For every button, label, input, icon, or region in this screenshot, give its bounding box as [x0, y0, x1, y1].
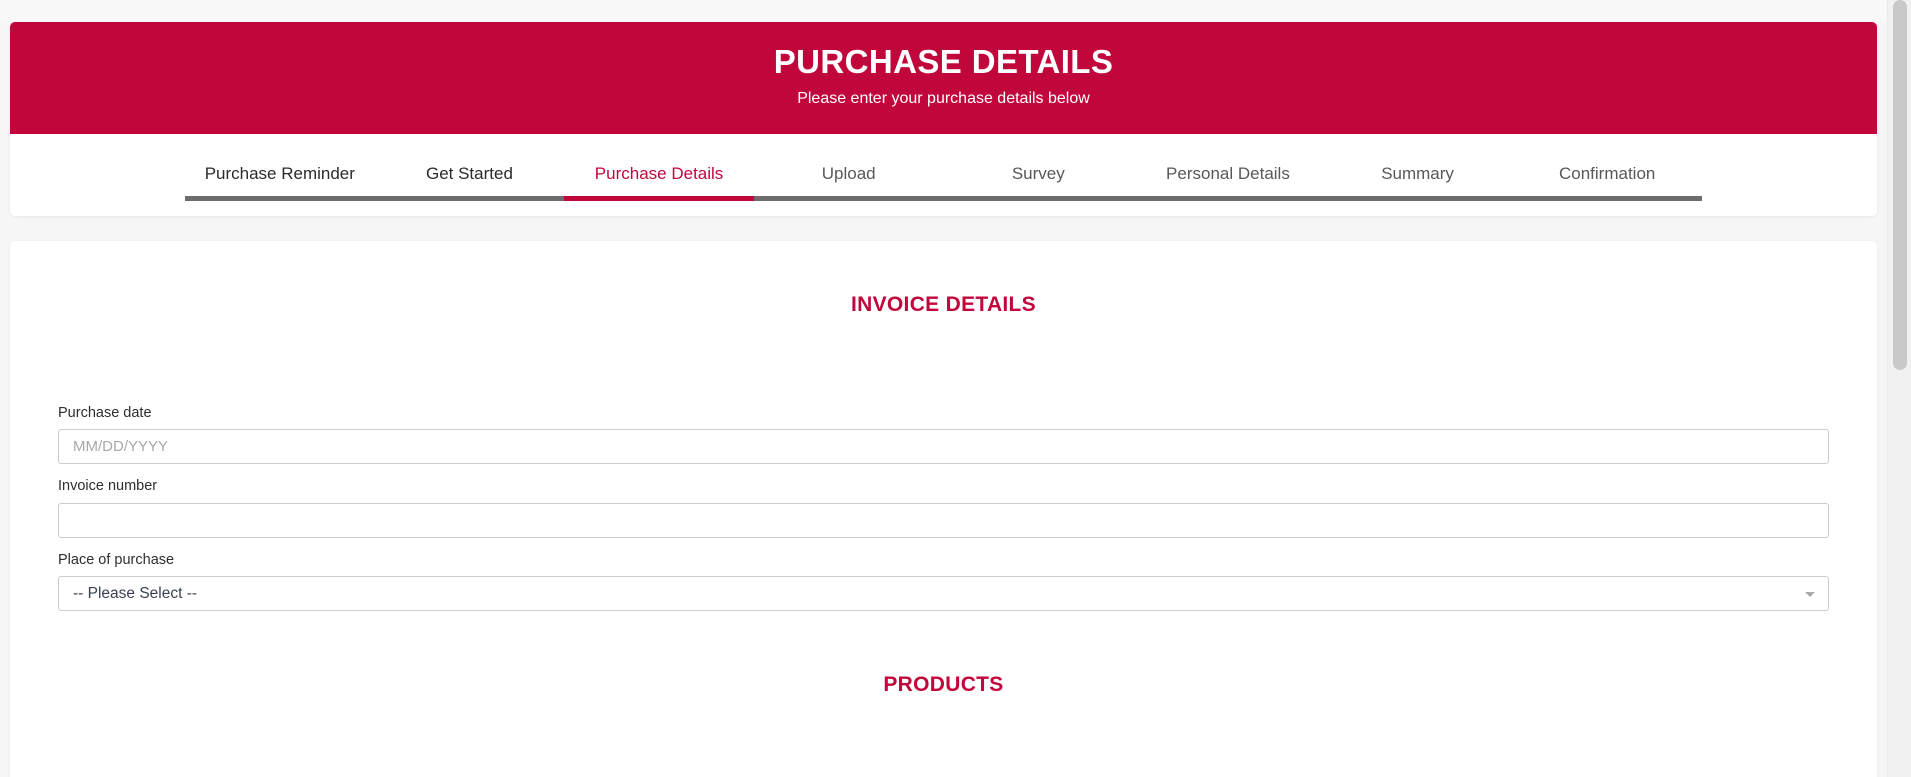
stepper-tab-label: Purchase Reminder	[204, 163, 355, 183]
stepper-tab-upload[interactable]: Upload	[754, 165, 944, 196]
stepper-tab-label: Personal Details	[1166, 163, 1290, 183]
products-heading: PRODUCTS	[883, 673, 1004, 697]
place-of-purchase-label: Place of purchase	[58, 551, 175, 568]
page-subtitle: Please enter your purchase details below	[797, 90, 1090, 108]
stepper-tab-purchase-details[interactable]: Purchase Details	[564, 165, 754, 196]
place-of-purchase-select[interactable]: -- Please Select --	[58, 576, 1829, 612]
stepper-tab-personal-details[interactable]: Personal Details	[1133, 165, 1323, 196]
invoice-details-heading: INVOICE DETAILS	[851, 292, 1036, 316]
page-banner: PURCHASE DETAILS Please enter your purch…	[10, 22, 1877, 134]
stepper-tab-label: Summary	[1381, 163, 1454, 183]
rail-segment-purchase-reminder	[185, 195, 375, 201]
stepper-tab-survey[interactable]: Survey	[944, 165, 1134, 196]
stepper-tab-label: Upload	[821, 163, 876, 183]
header-card: PURCHASE DETAILS Please enter your purch…	[10, 22, 1877, 216]
rail-segment-summary	[1322, 195, 1513, 201]
stepper-progress-rail	[185, 195, 1702, 201]
purchase-date-label: Purchase date	[58, 404, 152, 421]
page-content: PURCHASE DETAILS Please enter your purch…	[0, 0, 1887, 777]
page-title: PURCHASE DETAILS	[773, 43, 1114, 80]
invoice-details-card: INVOICE DETAILS Purchase date Invoice nu…	[10, 240, 1877, 777]
rail-segment-survey	[943, 195, 1134, 201]
rail-segment-purchase-details	[564, 195, 754, 201]
purchase-date-input[interactable]	[58, 429, 1829, 465]
progress-stepper: Purchase Reminder Get Started Purchase D…	[10, 133, 1877, 216]
place-of-purchase-select-wrapper: -- Please Select --	[58, 576, 1829, 612]
invoice-details-form: Purchase date Invoice number Place of pu…	[10, 317, 1877, 612]
rail-segment-upload	[753, 195, 944, 201]
rail-segment-confirmation	[1512, 195, 1702, 201]
browser-viewport: PURCHASE DETAILS Please enter your purch…	[0, 0, 1911, 777]
invoice-number-input[interactable]	[58, 502, 1829, 538]
stepper-tab-confirmation[interactable]: Confirmation	[1512, 165, 1702, 196]
purchase-date-field-group: Purchase date	[58, 404, 1829, 465]
invoice-number-label: Invoice number	[58, 478, 158, 495]
top-spacer	[0, 0, 1887, 22]
stepper-tab-get-started[interactable]: Get Started	[375, 165, 565, 196]
stepper-tab-list: Purchase Reminder Get Started Purchase D…	[10, 152, 1877, 196]
stepper-tab-label: Get Started	[425, 163, 513, 183]
invoice-number-field-group: Invoice number	[58, 478, 1829, 538]
stepper-tab-label: Survey	[1011, 163, 1065, 183]
stepper-tab-label: Confirmation	[1559, 163, 1656, 183]
scrollbar-thumb[interactable]	[1893, 0, 1907, 370]
rail-segment-get-started	[374, 195, 565, 201]
stepper-tab-purchase-reminder[interactable]: Purchase Reminder	[185, 165, 375, 196]
place-of-purchase-field-group: Place of purchase -- Please Select --	[58, 551, 1829, 612]
rail-segment-personal-details	[1133, 195, 1323, 201]
stepper-tab-summary[interactable]: Summary	[1323, 165, 1513, 196]
stepper-tab-label: Purchase Details	[594, 163, 724, 183]
page-scrollbar[interactable]	[1887, 0, 1911, 777]
